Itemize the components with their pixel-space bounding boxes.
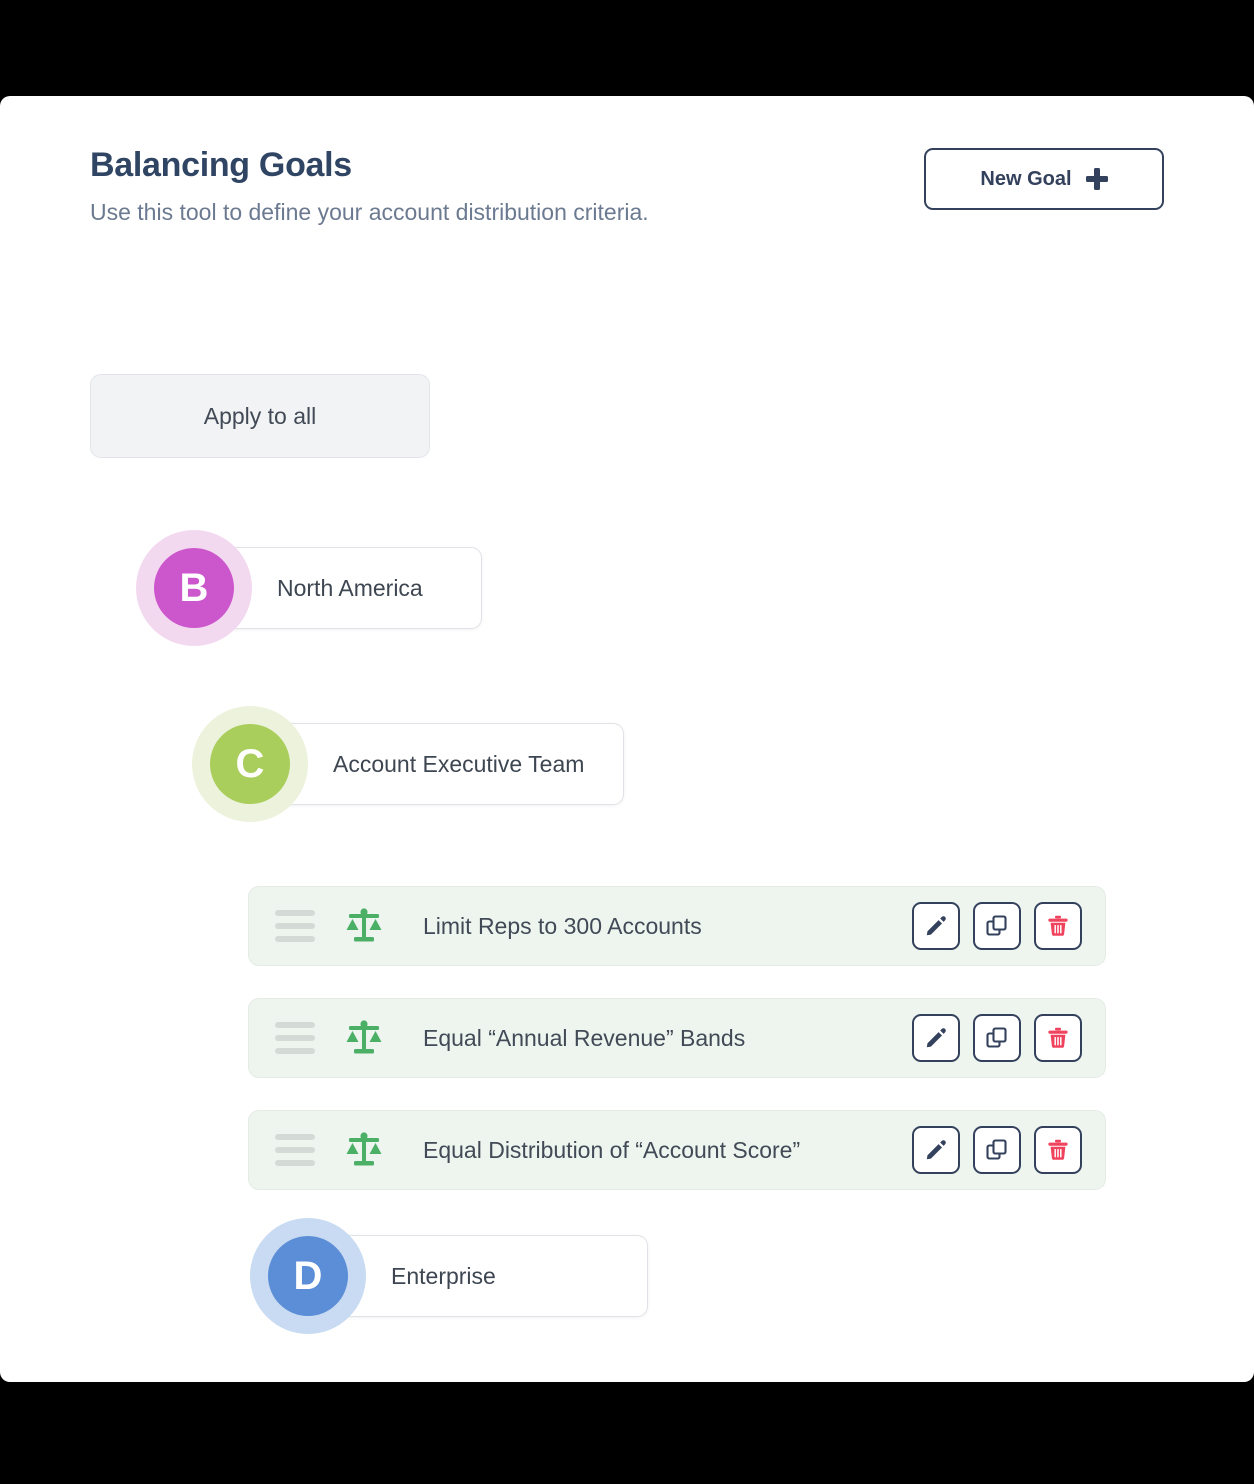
balance-scale-icon [343,1018,385,1058]
goal-actions [912,1126,1082,1174]
balance-scale-icon [343,906,385,946]
drag-handle-icon[interactable] [275,1134,315,1166]
new-goal-button[interactable]: New Goal [924,148,1164,210]
goal-title: Equal Distribution of “Account Score” [423,1136,801,1163]
goal-title: Equal “Annual Revenue” Bands [423,1024,746,1051]
delete-goal-button[interactable] [1034,902,1082,950]
node-badge-d: D [250,1218,366,1334]
goal-actions [912,902,1082,950]
goal-row[interactable]: Equal Distribution of “Account Score” [248,1110,1106,1190]
page-header: Balancing Goals Use this tool to define … [90,146,1164,227]
delete-goal-button[interactable] [1034,1014,1082,1062]
plus-icon [1085,168,1108,190]
node-badge-letter-c: C [210,724,290,804]
goal-title: Limit Reps to 300 Accounts [423,912,702,939]
drag-handle-icon[interactable] [275,910,315,942]
new-goal-button-label: New Goal [980,167,1072,190]
duplicate-goal-button[interactable] [973,902,1021,950]
tree-node-enterprise[interactable]: D Enterprise [250,1218,648,1334]
tree-node-account-executive-team[interactable]: C Account Executive Team [192,706,624,822]
node-badge-c: C [192,706,308,822]
delete-goal-button[interactable] [1034,1126,1082,1174]
balance-scale-icon [343,1130,385,1170]
edit-goal-button[interactable] [912,1126,960,1174]
node-badge-letter-d: D [268,1236,348,1316]
goal-row[interactable]: Limit Reps to 300 Accounts [248,886,1106,966]
duplicate-goal-button[interactable] [973,1126,1021,1174]
duplicate-goal-button[interactable] [973,1014,1021,1062]
apply-to-all-button[interactable]: Apply to all [90,374,430,458]
edit-goal-button[interactable] [912,1014,960,1062]
drag-handle-icon[interactable] [275,1022,315,1054]
node-badge-b: B [136,530,252,646]
screenshot-frame: Balancing Goals Use this tool to define … [0,0,1254,1484]
page-canvas: Balancing Goals Use this tool to define … [0,96,1254,1382]
tree-node-north-america[interactable]: B North America [136,530,482,646]
edit-goal-button[interactable] [912,902,960,950]
goal-row[interactable]: Equal “Annual Revenue” Bands [248,998,1106,1078]
apply-to-all-label: Apply to all [203,402,317,429]
goal-actions [912,1014,1082,1062]
node-badge-letter-b: B [154,548,234,628]
